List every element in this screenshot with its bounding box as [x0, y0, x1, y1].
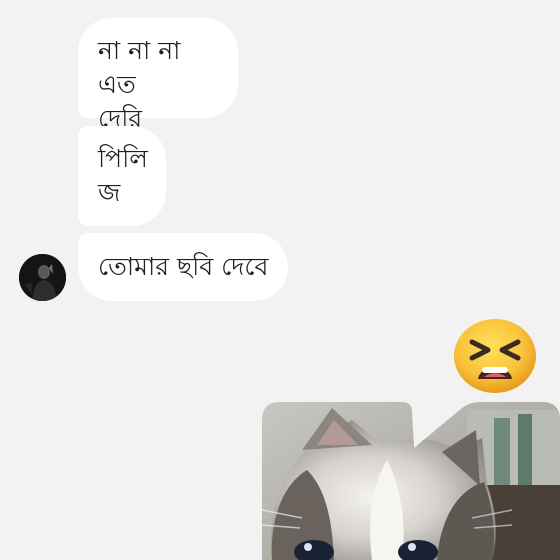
message-bubble[interactable]: না না না এত দেরি [78, 18, 238, 133]
message-bubble[interactable]: পিলি জ [78, 126, 166, 226]
kitten-photo [262, 402, 560, 560]
avatar-image [19, 254, 66, 301]
chat-screen: না না না এত দেরি পিলি জ তোমার ছবি দেবে [0, 0, 560, 560]
message-bubble[interactable]: তোমার ছবি দেবে [78, 233, 288, 301]
avatar[interactable] [19, 254, 66, 301]
tired-face-emoji [452, 317, 538, 395]
image-attachment[interactable] [262, 390, 560, 560]
